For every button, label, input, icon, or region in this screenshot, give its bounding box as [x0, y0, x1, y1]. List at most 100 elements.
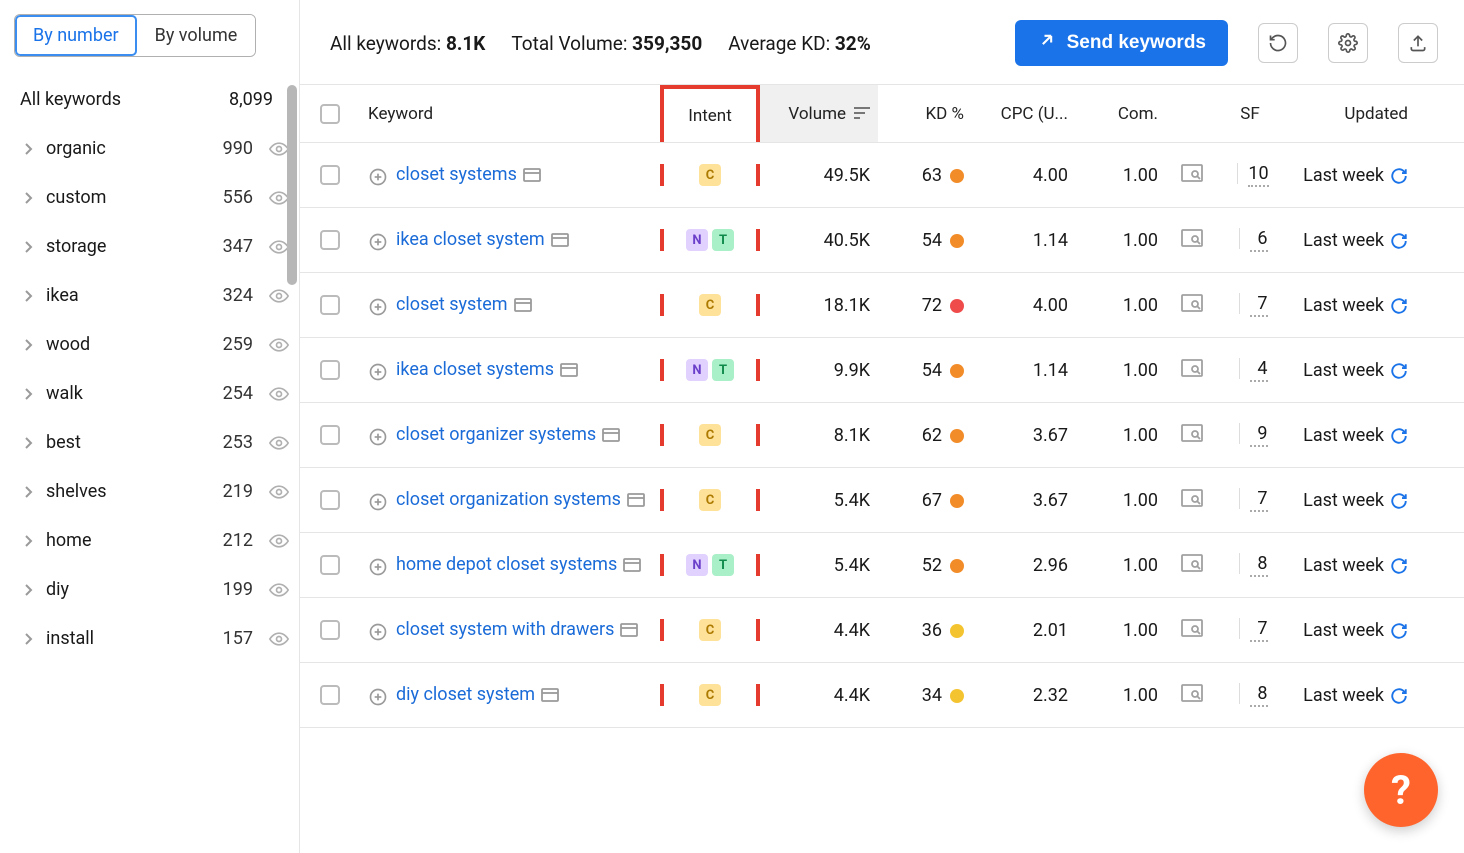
- export-button[interactable]: [1398, 23, 1438, 63]
- refresh-row-icon[interactable]: [1390, 362, 1408, 380]
- serp-features-icon[interactable]: [1181, 554, 1203, 572]
- refresh-button[interactable]: [1258, 23, 1298, 63]
- serp-snapshot-icon[interactable]: [623, 558, 641, 572]
- serp-snapshot-icon[interactable]: [560, 363, 578, 377]
- expand-icon[interactable]: [368, 167, 388, 187]
- sidebar-scrollbar[interactable]: [287, 85, 297, 285]
- by-number-toggle[interactable]: By number: [15, 15, 137, 56]
- serp-features-icon[interactable]: [1181, 424, 1203, 442]
- keyword-link[interactable]: closet systems: [396, 164, 517, 185]
- eye-icon[interactable]: [269, 335, 289, 355]
- sidebar-item-best[interactable]: best 253: [14, 418, 299, 467]
- refresh-row-icon[interactable]: [1390, 167, 1408, 185]
- row-checkbox[interactable]: [320, 490, 340, 510]
- by-volume-toggle[interactable]: By volume: [137, 15, 256, 56]
- sf-count[interactable]: 8: [1250, 683, 1268, 707]
- col-com[interactable]: Com.: [1076, 104, 1166, 124]
- keyword-link[interactable]: ikea closet systems: [396, 359, 554, 380]
- serp-features-icon[interactable]: [1181, 619, 1203, 637]
- expand-icon[interactable]: [368, 492, 388, 512]
- serp-snapshot-icon[interactable]: [523, 168, 541, 182]
- refresh-row-icon[interactable]: [1390, 492, 1408, 510]
- refresh-row-icon[interactable]: [1390, 557, 1408, 575]
- expand-icon[interactable]: [368, 297, 388, 317]
- row-checkbox[interactable]: [320, 425, 340, 445]
- keyword-link[interactable]: home depot closet systems: [396, 554, 617, 575]
- eye-icon[interactable]: [269, 482, 289, 502]
- col-intent[interactable]: Intent: [660, 85, 760, 142]
- keyword-link[interactable]: closet organizer systems: [396, 424, 596, 445]
- serp-features-icon[interactable]: [1181, 294, 1203, 312]
- eye-icon[interactable]: [269, 531, 289, 551]
- refresh-row-icon[interactable]: [1390, 427, 1408, 445]
- refresh-row-icon[interactable]: [1390, 622, 1408, 640]
- col-updated[interactable]: Updated: [1282, 104, 1430, 124]
- sf-count[interactable]: 7: [1250, 618, 1268, 642]
- refresh-row-icon[interactable]: [1390, 297, 1408, 315]
- settings-button[interactable]: [1328, 23, 1368, 63]
- row-checkbox[interactable]: [320, 230, 340, 250]
- eye-icon[interactable]: [269, 384, 289, 404]
- sf-count[interactable]: 7: [1250, 293, 1268, 317]
- help-fab[interactable]: ?: [1364, 753, 1438, 827]
- row-checkbox[interactable]: [320, 165, 340, 185]
- sf-count[interactable]: 10: [1248, 163, 1268, 187]
- keyword-link[interactable]: closet organization systems: [396, 489, 621, 510]
- col-cpc[interactable]: CPC (U...: [972, 104, 1076, 124]
- sf-count[interactable]: 8: [1250, 553, 1268, 577]
- eye-icon[interactable]: [269, 139, 289, 159]
- row-checkbox[interactable]: [320, 295, 340, 315]
- expand-icon[interactable]: [368, 427, 388, 447]
- sidebar-item-shelves[interactable]: shelves 219: [14, 467, 299, 516]
- sidebar-item-storage[interactable]: storage 347: [14, 222, 299, 271]
- serp-features-icon[interactable]: [1181, 164, 1203, 182]
- expand-icon[interactable]: [368, 687, 388, 707]
- col-volume[interactable]: Volume: [760, 85, 878, 142]
- sidebar-item-organic[interactable]: organic 990: [14, 124, 299, 173]
- eye-icon[interactable]: [269, 433, 289, 453]
- sidebar-item-diy[interactable]: diy 199: [14, 565, 299, 614]
- serp-snapshot-icon[interactable]: [541, 688, 559, 702]
- sidebar-item-custom[interactable]: custom 556: [14, 173, 299, 222]
- all-keywords-row[interactable]: All keywords 8,099: [14, 75, 299, 124]
- sidebar-item-walk[interactable]: walk 254: [14, 369, 299, 418]
- serp-snapshot-icon[interactable]: [620, 623, 638, 637]
- row-checkbox[interactable]: [320, 685, 340, 705]
- eye-icon[interactable]: [269, 580, 289, 600]
- expand-icon[interactable]: [368, 622, 388, 642]
- serp-snapshot-icon[interactable]: [551, 233, 569, 247]
- sidebar-item-wood[interactable]: wood 259: [14, 320, 299, 369]
- refresh-row-icon[interactable]: [1390, 232, 1408, 250]
- keyword-link[interactable]: closet system with drawers: [396, 619, 614, 640]
- sf-count[interactable]: 7: [1250, 488, 1268, 512]
- row-checkbox[interactable]: [320, 620, 340, 640]
- keyword-link[interactable]: diy closet system: [396, 684, 535, 705]
- row-checkbox[interactable]: [320, 555, 340, 575]
- eye-icon[interactable]: [269, 286, 289, 306]
- col-keyword[interactable]: Keyword: [360, 104, 660, 124]
- serp-features-icon[interactable]: [1181, 489, 1203, 507]
- sidebar-item-ikea[interactable]: ikea 324: [14, 271, 299, 320]
- eye-icon[interactable]: [269, 188, 289, 208]
- refresh-row-icon[interactable]: [1390, 687, 1408, 705]
- keyword-link[interactable]: closet system: [396, 294, 508, 315]
- serp-snapshot-icon[interactable]: [602, 428, 620, 442]
- row-checkbox[interactable]: [320, 360, 340, 380]
- select-all-checkbox[interactable]: [320, 104, 340, 124]
- sidebar-item-home[interactable]: home 212: [14, 516, 299, 565]
- serp-features-icon[interactable]: [1181, 229, 1203, 247]
- col-sf[interactable]: SF: [1218, 104, 1282, 124]
- sidebar-item-install[interactable]: install 157: [14, 614, 299, 663]
- expand-icon[interactable]: [368, 557, 388, 577]
- serp-snapshot-icon[interactable]: [514, 298, 532, 312]
- sf-count[interactable]: 6: [1250, 228, 1268, 252]
- keyword-group-list[interactable]: organic 990 custom 556 storage 347 ikea …: [14, 124, 299, 844]
- expand-icon[interactable]: [368, 362, 388, 382]
- keyword-link[interactable]: ikea closet system: [396, 229, 545, 250]
- send-keywords-button[interactable]: Send keywords: [1015, 20, 1228, 66]
- expand-icon[interactable]: [368, 232, 388, 252]
- serp-snapshot-icon[interactable]: [627, 493, 645, 507]
- serp-features-icon[interactable]: [1181, 684, 1203, 702]
- serp-features-icon[interactable]: [1181, 359, 1203, 377]
- eye-icon[interactable]: [269, 237, 289, 257]
